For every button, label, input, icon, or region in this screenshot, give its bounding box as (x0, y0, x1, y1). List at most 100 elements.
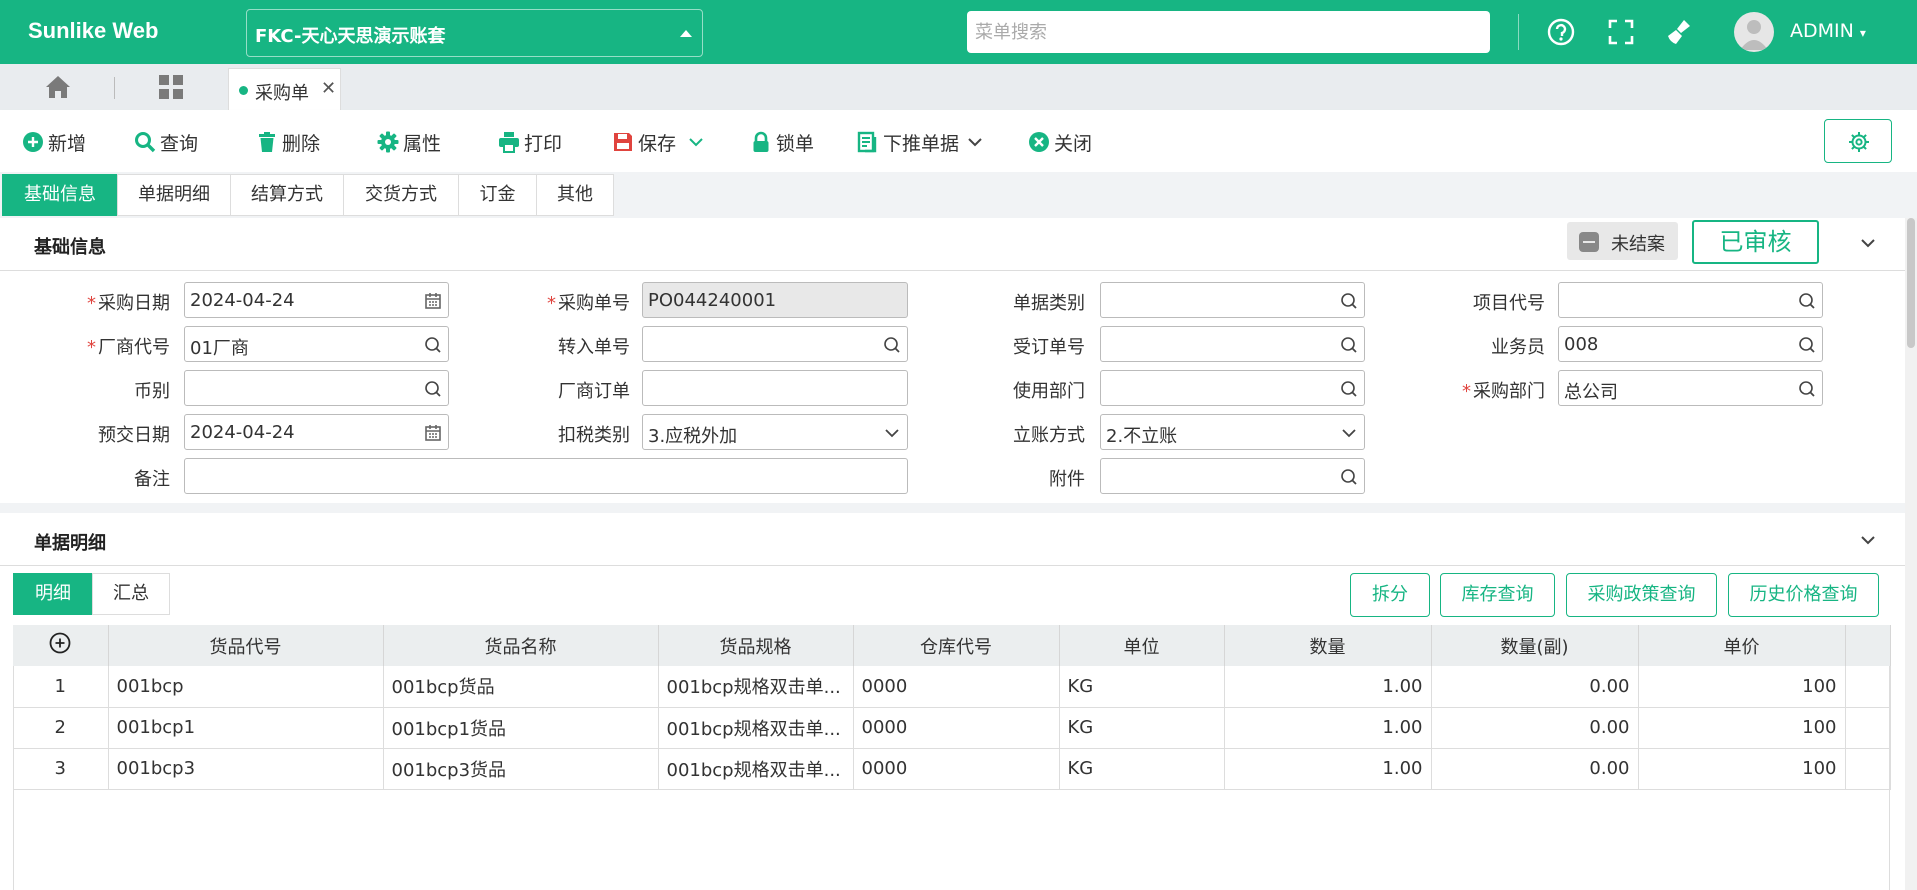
subtab-detail[interactable]: 明细 (13, 573, 93, 615)
page-settings-button[interactable] (1824, 119, 1892, 163)
remark-field[interactable] (184, 458, 908, 494)
cell-price[interactable]: 100 (1638, 707, 1846, 749)
salesman-field[interactable]: 008 (1558, 326, 1823, 362)
attachment-field[interactable] (1100, 458, 1365, 494)
chevron-down-icon[interactable] (1340, 424, 1358, 442)
delivery-date-field[interactable]: 2024-04-24 (184, 414, 449, 450)
search-icon[interactable] (1340, 336, 1358, 354)
column-header[interactable]: 货品规格 (658, 625, 854, 666)
cell-item-name[interactable]: 001bcp1货品 (383, 707, 659, 749)
currency-field[interactable] (184, 370, 449, 406)
cell-warehouse[interactable]: 0000 (853, 666, 1060, 708)
user-menu[interactable]: ADMIN ▾ (1790, 20, 1866, 42)
purchase-policy-query-button[interactable]: 采购政策查询 (1566, 573, 1717, 617)
cell-item-code[interactable]: 001bcp1 (108, 707, 384, 749)
project-code-field[interactable] (1558, 282, 1823, 318)
subtab-summary[interactable]: 汇总 (92, 573, 170, 615)
search-icon[interactable] (1340, 292, 1358, 310)
tab-basic-info[interactable]: 基础信息 (2, 174, 118, 216)
cell-warehouse[interactable]: 0000 (853, 707, 1060, 749)
vendor-order-field[interactable] (642, 370, 908, 406)
column-header[interactable]: 货品代号 (108, 625, 384, 666)
search-icon[interactable] (1798, 292, 1816, 310)
search-icon[interactable] (1340, 380, 1358, 398)
tab-detail[interactable]: 单据明细 (117, 174, 231, 216)
cell-qty[interactable]: 1.00 (1224, 707, 1432, 749)
purchase-dept-field[interactable]: 总公司 (1558, 370, 1823, 406)
price-history-query-button[interactable]: 历史价格查询 (1728, 573, 1879, 617)
home-icon[interactable] (44, 74, 72, 100)
transfer-no-field[interactable] (642, 326, 908, 362)
tab-delivery[interactable]: 交货方式 (343, 174, 459, 216)
tab-settlement[interactable]: 结算方式 (230, 174, 344, 216)
calendar-icon[interactable] (424, 424, 442, 442)
page-scrollbar-thumb[interactable] (1907, 218, 1915, 348)
lock-button[interactable]: 锁单 (750, 128, 814, 156)
cell-item-spec[interactable]: 001bcp规格双击单... (658, 707, 854, 749)
cell-price[interactable]: 100 (1638, 748, 1846, 790)
cell-qty2[interactable]: 0.00 (1431, 707, 1639, 749)
add-button[interactable]: 新增 (22, 128, 86, 156)
vendor-code-field[interactable]: 01厂商 (184, 326, 449, 362)
collapse-chevron-icon[interactable] (1860, 535, 1876, 545)
print-button[interactable]: 打印 (498, 128, 562, 156)
cell-qty2[interactable]: 0.00 (1431, 748, 1639, 790)
column-header[interactable]: 仓库代号 (853, 625, 1060, 666)
close-tab-icon[interactable]: ✕ (321, 78, 336, 99)
account-select[interactable]: FKC-天心天思演示账套 (246, 9, 703, 57)
chevron-down-icon[interactable] (967, 137, 983, 147)
cell-unit[interactable]: KG (1059, 666, 1225, 708)
clear-cache-icon[interactable] (1664, 16, 1696, 48)
apps-grid-icon[interactable] (158, 74, 184, 100)
search-icon[interactable] (1798, 380, 1816, 398)
avatar[interactable] (1734, 12, 1774, 52)
cell-qty[interactable]: 1.00 (1224, 748, 1432, 790)
query-button[interactable]: 查询 (134, 128, 198, 156)
account-mode-select[interactable]: 2.不立账 (1100, 414, 1365, 450)
plus-circle-icon[interactable] (49, 632, 71, 654)
column-header[interactable]: 单位 (1059, 625, 1225, 666)
cell-item-spec[interactable]: 001bcp规格双击单... (658, 748, 854, 790)
search-icon[interactable] (883, 336, 901, 354)
push-down-button[interactable]: 下推单据 (857, 128, 987, 156)
chevron-down-icon[interactable] (883, 424, 901, 442)
menu-search[interactable] (967, 11, 1490, 53)
tax-type-select[interactable]: 3.应税外加 (642, 414, 908, 450)
cell-item-code[interactable]: 001bcp (108, 666, 384, 708)
collapse-chevron-icon[interactable] (1860, 238, 1876, 248)
delete-button[interactable]: 删除 (256, 128, 320, 156)
column-header[interactable]: 货品名称 (383, 625, 659, 666)
cell-item-spec[interactable]: 001bcp规格双击单... (658, 666, 854, 708)
column-header[interactable]: 数量(副) (1431, 625, 1639, 666)
stock-query-button[interactable]: 库存查询 (1440, 573, 1555, 617)
table-row[interactable]: 2 001bcp1 001bcp1货品 001bcp规格双击单... 0000 … (13, 707, 1891, 749)
search-icon[interactable] (424, 380, 442, 398)
cell-item-name[interactable]: 001bcp货品 (383, 666, 659, 708)
cell-item-code[interactable]: 001bcp3 (108, 748, 384, 790)
split-button[interactable]: 拆分 (1350, 573, 1430, 617)
cell-price[interactable]: 100 (1638, 666, 1846, 708)
menu-search-input[interactable] (967, 11, 1490, 53)
chevron-down-icon[interactable] (688, 137, 704, 147)
properties-button[interactable]: 属性 (377, 128, 441, 156)
save-button[interactable]: 保存 (612, 128, 708, 156)
cell-warehouse[interactable]: 0000 (853, 748, 1060, 790)
search-icon[interactable] (1340, 468, 1358, 486)
search-icon[interactable] (424, 336, 442, 354)
table-row[interactable]: 1 001bcp 001bcp货品 001bcp规格双击单... 0000 KG… (13, 666, 1891, 708)
order-no-field[interactable] (1100, 326, 1365, 362)
tab-deposit[interactable]: 订金 (458, 174, 537, 216)
fullscreen-icon[interactable] (1605, 16, 1637, 48)
help-icon[interactable] (1545, 16, 1577, 48)
search-icon[interactable] (1798, 336, 1816, 354)
add-row-header[interactable] (13, 625, 109, 666)
table-row[interactable]: 3 001bcp3 001bcp3货品 001bcp规格双击单... 0000 … (13, 748, 1891, 790)
tab-purchase-order[interactable]: 采购单 ✕ (228, 68, 341, 110)
tab-other[interactable]: 其他 (536, 174, 614, 216)
calendar-icon[interactable] (424, 292, 442, 310)
use-dept-field[interactable] (1100, 370, 1365, 406)
cell-unit[interactable]: KG (1059, 707, 1225, 749)
cell-qty2[interactable]: 0.00 (1431, 666, 1639, 708)
cell-item-name[interactable]: 001bcp3货品 (383, 748, 659, 790)
close-button[interactable]: 关闭 (1028, 128, 1092, 156)
